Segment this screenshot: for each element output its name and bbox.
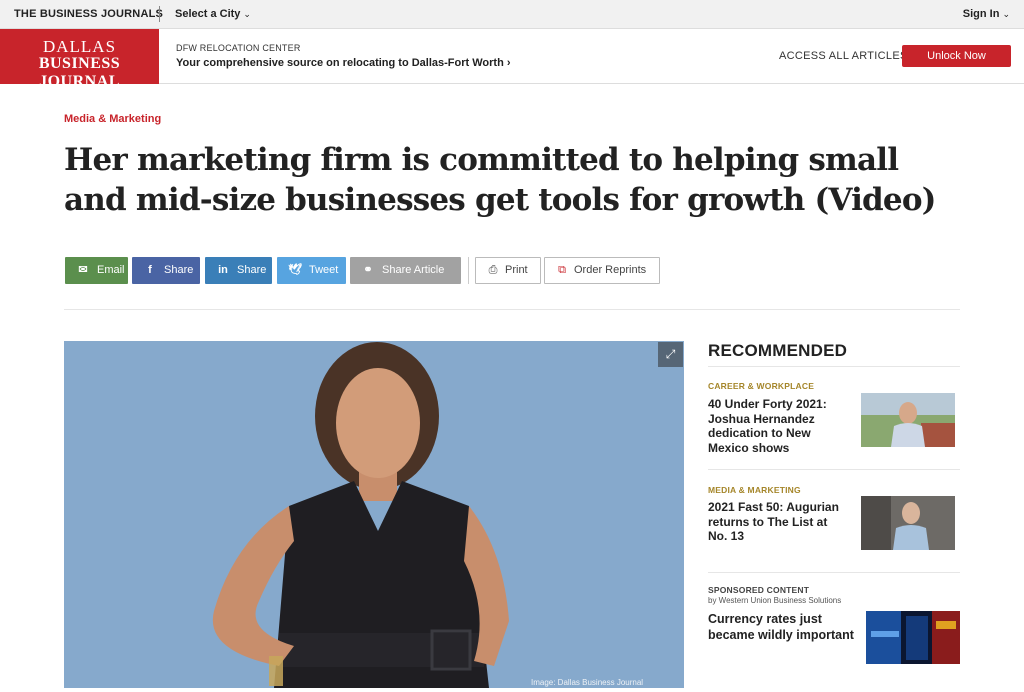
recommended-title[interactable]: 2021 Fast 50: Augurian returns to The Li… [708,500,848,544]
recommended-title[interactable]: 40 Under Forty 2021: Joshua Hernandez de… [708,397,848,455]
image-credit: Image: Dallas Business Journal [531,678,644,687]
twitter-share-label: Tweet [309,264,339,276]
recommended-thumbnail[interactable] [861,393,955,447]
email-share-button[interactable]: ✉ Email [65,257,128,284]
chevron-down-icon: ⌄ [1002,9,1010,19]
city-select[interactable]: Select a City ⌄ [175,8,251,20]
share-article-label: Share Article [382,264,445,276]
order-reprints-button[interactable]: ⧉ Order Reprints [544,257,660,284]
divider [708,572,960,573]
divider [708,366,960,367]
site-logo[interactable]: DALLAS BUSINESS JOURNAL [0,29,159,90]
sponsored-label: SPONSORED CONTENT [708,585,810,595]
linkedin-share-label: Share [237,264,267,276]
print-label: Print [505,264,528,276]
chevron-down-icon: ⌄ [243,9,251,19]
twitter-icon: 🕊 [288,264,302,276]
network-brand[interactable]: THE BUSINESS JOURNALS [14,8,163,20]
sponsored-title[interactable]: Currency rates just became wildly import… [708,612,858,643]
section-label[interactable]: Media & Marketing [64,113,161,125]
divider [64,309,960,310]
chevron-right-icon: › [506,57,511,69]
printer-icon: ⎙ [488,264,498,276]
thumbnail-image [866,611,960,664]
recommended-category[interactable]: MEDIA & MARKETING [708,485,801,495]
logo-line-1: DALLAS [42,37,117,56]
divider [159,6,160,22]
facebook-icon: f [148,264,152,276]
divider [468,257,469,284]
thumbnail-image [861,393,955,447]
share-article-button[interactable]: ⚭ Share Article [350,257,461,284]
top-bar: THE BUSINESS JOURNALS Select a City ⌄ Sig… [0,0,1024,29]
logo-line-2: BUSINESS JOURNAL [38,55,121,90]
facebook-share-label: Share [164,264,194,276]
access-all-articles: ACCESS ALL ARTICLES [779,50,908,62]
order-reprints-label: Order Reprints [574,264,647,276]
reprints-icon: ⧉ [558,264,566,276]
email-share-label: Email [97,264,125,276]
facebook-share-button[interactable]: f Share [132,257,200,284]
portrait-illustration [64,341,684,688]
site-header: DALLAS BUSINESS JOURNAL DFW RELOCATION C… [0,29,1024,90]
relocation-link[interactable]: Your comprehensive source on relocating … [176,57,511,69]
article-headline: Her marketing firm is committed to helpi… [64,142,936,218]
divider [708,469,960,470]
envelope-icon: ✉ [78,264,88,276]
article-photo[interactable] [64,341,684,688]
print-button[interactable]: ⎙ Print [475,257,541,284]
city-select-label: Select a City [175,8,241,20]
recommended-category[interactable]: CAREER & WORKPLACE [708,381,814,391]
unlock-now-button[interactable]: Unlock Now [902,45,1011,67]
sponsor-byline: by Western Union Business Solutions [708,596,842,605]
sign-in-label: Sign In [962,8,1000,20]
linkedin-icon: in [218,264,228,276]
recommended-thumbnail[interactable] [861,496,955,550]
relocation-link-text: Your comprehensive source on relocating … [176,57,504,69]
link-icon: ⚭ [363,264,373,276]
recommended-heading: RECOMMENDED [708,341,848,360]
twitter-share-button[interactable]: 🕊 Tweet [277,257,346,284]
expand-icon[interactable]: ⤢ [658,342,683,367]
thumbnail-image [861,496,955,550]
linkedin-share-button[interactable]: in Share [205,257,272,284]
sponsored-thumbnail[interactable] [866,611,960,664]
relocation-label: DFW RELOCATION CENTER [176,43,301,53]
sign-in-button[interactable]: Sign In ⌄ [963,8,1010,20]
